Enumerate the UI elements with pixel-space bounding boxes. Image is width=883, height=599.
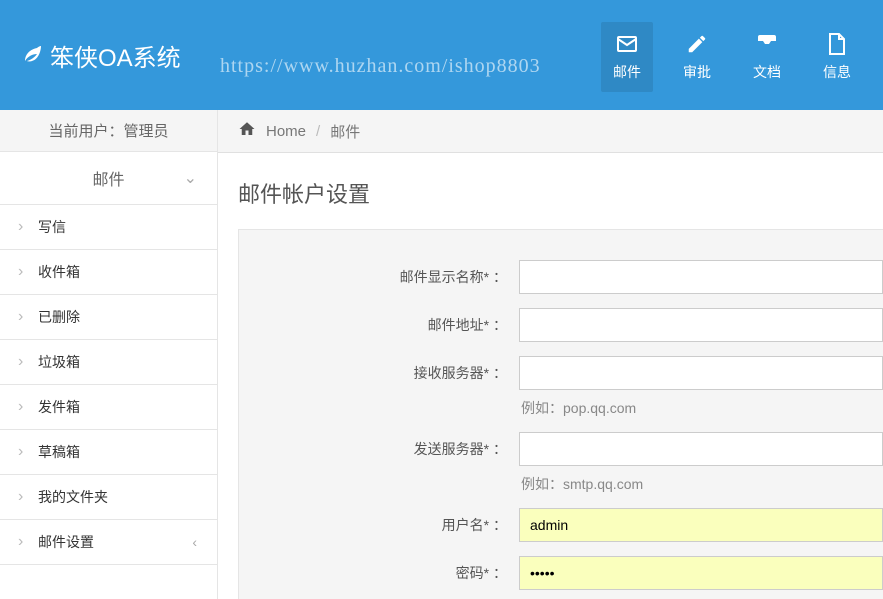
nav-label: 邮件 — [613, 62, 641, 82]
recv-server-hint: 例如：pop.qq.com — [519, 398, 883, 418]
watermark-text: https://www.huzhan.com/ishop8803 — [220, 55, 541, 78]
username-input[interactable] — [519, 508, 883, 542]
sidebar-item-drafts[interactable]: 草稿箱 — [0, 430, 217, 475]
logo[interactable]: 笨侠OA系统 — [20, 0, 181, 73]
sidebar-item-compose[interactable]: 写信 — [0, 205, 217, 250]
leaf-icon — [20, 40, 44, 71]
inbox-icon — [755, 32, 779, 56]
pencil-icon — [686, 32, 708, 56]
sidebar-item-mail-settings[interactable]: 邮件设置 ‹ — [0, 520, 217, 565]
send-server-hint: 例如：smtp.qq.com — [519, 474, 883, 494]
nav-label: 文档 — [753, 62, 781, 82]
current-user-label: 当前用户：管理员 — [0, 110, 217, 152]
sidebar-item-spam[interactable]: 垃圾箱 — [0, 340, 217, 385]
sidebar-item-sent[interactable]: 发件箱 — [0, 385, 217, 430]
sidebar-item-inbox[interactable]: 收件箱 — [0, 250, 217, 295]
sidebar-section-mail[interactable]: 邮件 ⌄ — [0, 152, 217, 205]
nav-mail[interactable]: 邮件 — [601, 22, 653, 92]
form-panel: 邮件显示名称* ： 邮件地址* ： 接收服务器* ： 例如：pop.qq.com… — [238, 229, 883, 599]
nav-docs[interactable]: 文档 — [741, 22, 793, 92]
sidebar-item-myfolders[interactable]: 我的文件夹 — [0, 475, 217, 520]
chevron-left-icon: ‹ — [192, 534, 197, 550]
sidebar: 当前用户：管理员 邮件 ⌄ 写信 收件箱 已删除 垃圾箱 发件箱 草稿箱 我的文… — [0, 110, 218, 599]
chevron-down-icon: ⌄ — [184, 168, 197, 188]
logo-text: 笨侠OA系统 — [50, 38, 181, 73]
recv-server-input[interactable] — [519, 356, 883, 390]
mail-address-input[interactable] — [519, 308, 883, 342]
page-title: 邮件帐户设置 — [218, 153, 883, 229]
nav-info[interactable]: 信息 — [811, 22, 863, 92]
top-nav: 邮件 审批 文档 信息 — [601, 22, 863, 92]
mail-address-label: 邮件地址* ： — [239, 315, 519, 335]
header: 笨侠OA系统 https://www.huzhan.com/ishop8803 … — [0, 0, 883, 110]
breadcrumb: Home / 邮件 — [218, 110, 883, 153]
main-content: Home / 邮件 邮件帐户设置 邮件显示名称* ： 邮件地址* ： 接收服务器… — [218, 110, 883, 599]
nav-label: 审批 — [683, 62, 711, 82]
password-label: 密码* ： — [239, 563, 519, 583]
display-name-label: 邮件显示名称* ： — [239, 267, 519, 287]
password-input[interactable] — [519, 556, 883, 590]
username-label: 用户名* ： — [239, 515, 519, 535]
breadcrumb-separator: / — [316, 123, 320, 140]
envelope-icon — [615, 32, 639, 56]
nav-approve[interactable]: 审批 — [671, 22, 723, 92]
breadcrumb-current: 邮件 — [330, 121, 360, 142]
section-title: 邮件 — [92, 172, 124, 189]
recv-server-label: 接收服务器* ： — [239, 363, 519, 383]
breadcrumb-home[interactable]: Home — [266, 123, 306, 140]
nav-label: 信息 — [823, 62, 851, 82]
home-icon — [238, 120, 256, 142]
file-icon — [827, 32, 847, 56]
send-server-input[interactable] — [519, 432, 883, 466]
send-server-label: 发送服务器* ： — [239, 439, 519, 459]
sidebar-item-deleted[interactable]: 已删除 — [0, 295, 217, 340]
display-name-input[interactable] — [519, 260, 883, 294]
